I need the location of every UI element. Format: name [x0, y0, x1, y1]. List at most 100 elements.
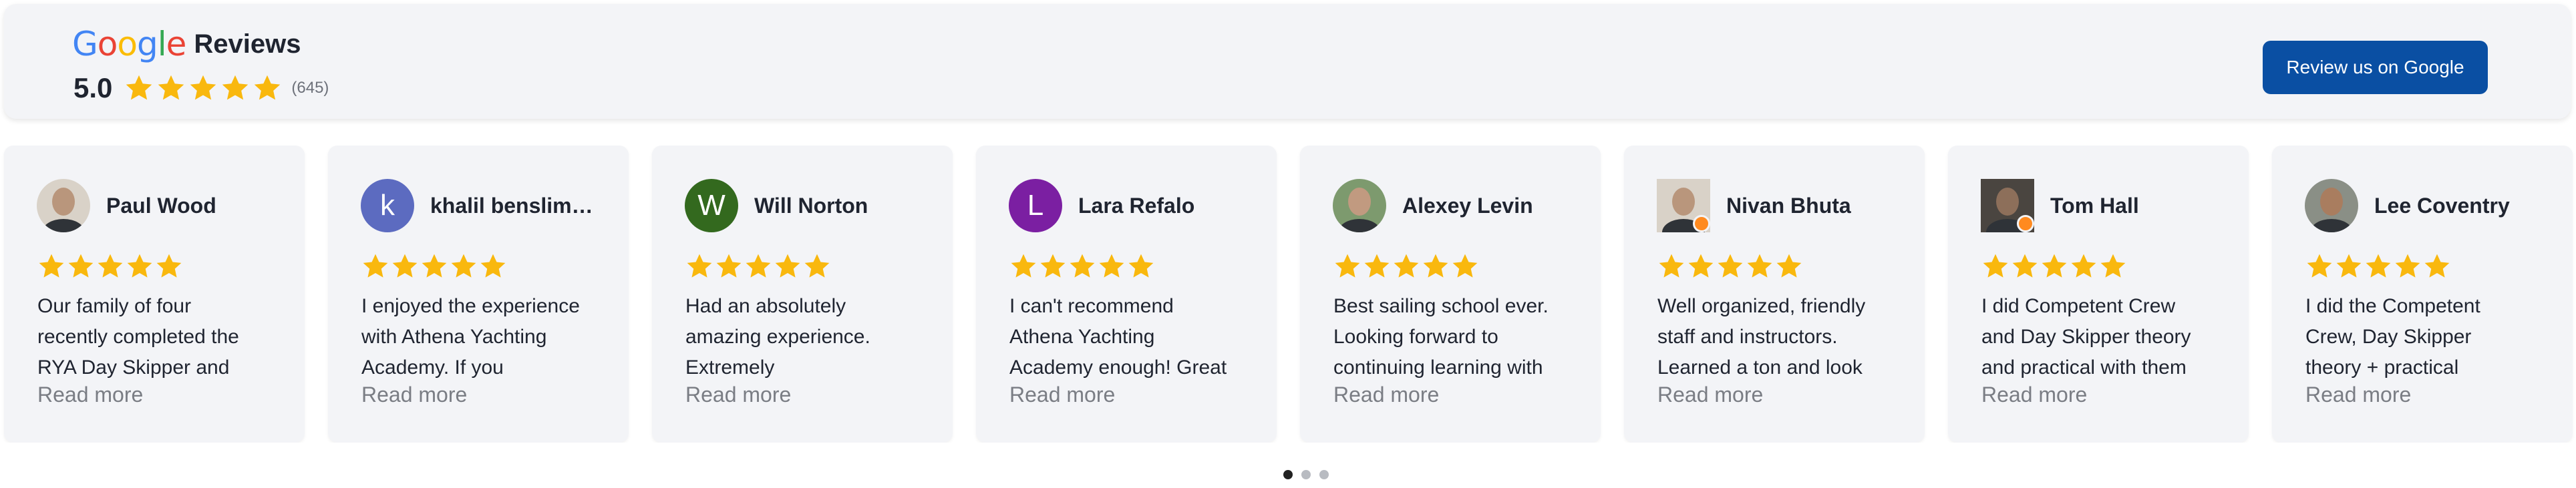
star-icon: [775, 254, 800, 278]
avatar: W: [685, 179, 738, 232]
review-text: Had an absolutely amazing experience. Ex…: [685, 295, 870, 379]
reviewer-name: khalil benslim…: [430, 193, 593, 218]
review-stars: [2305, 252, 2451, 280]
avatar: k: [361, 179, 414, 232]
read-more-link[interactable]: Read more: [361, 383, 467, 407]
pagination-dot[interactable]: [1283, 470, 1293, 479]
reviewer-name: Alexey Levin: [1402, 193, 1533, 218]
avatar: L: [1009, 179, 1062, 232]
google-logo-letter: o: [97, 25, 118, 63]
read-more-link[interactable]: Read more: [685, 383, 791, 407]
review-count: (645): [291, 79, 329, 97]
read-more-link[interactable]: Read more: [37, 383, 143, 407]
review-card: W Will Norton Had an absolutely amazing ex…: [652, 146, 953, 443]
star-icon: [39, 254, 64, 278]
star-icon: [2424, 254, 2450, 278]
avatar: [1981, 179, 2034, 232]
reviews-carousel[interactable]: Paul Wood Our family of four recently com…: [0, 146, 2576, 443]
star-icon: [1423, 254, 1448, 278]
local-guide-badge-icon: [2017, 215, 2034, 232]
reviews-title: Reviews: [194, 29, 301, 59]
star-icon: [190, 75, 216, 100]
review-stars: [37, 252, 183, 280]
avatar: [1333, 179, 1386, 232]
review-card: L Lara Refalo I can't recommend Athena Yac…: [976, 146, 1277, 443]
read-more-link[interactable]: Read more: [1009, 383, 1115, 407]
star-icon: [2336, 254, 2362, 278]
reviewer-name: Lara Refalo: [1078, 193, 1195, 218]
review-author: Nivan Bhuta: [1657, 179, 1851, 232]
google-logo: Google: [72, 27, 186, 61]
review-author: L Lara Refalo: [1009, 179, 1194, 232]
review-stars: [1009, 252, 1155, 280]
google-logo-letter: o: [117, 25, 138, 63]
star-icon: [222, 75, 249, 100]
star-icon: [1688, 254, 1714, 278]
user-photo-icon: [2305, 179, 2358, 232]
star-icon: [2307, 254, 2332, 278]
star-icon: [480, 254, 506, 278]
star-icon: [1983, 254, 2008, 278]
star-icon: [126, 75, 152, 100]
review-author: W Will Norton: [685, 179, 868, 232]
star-icon: [1776, 254, 1802, 278]
google-logo-letter: G: [72, 25, 98, 63]
review-text: I can't recommend Athena Yachting Academ…: [1009, 295, 1227, 379]
reviewer-name: Will Norton: [754, 193, 868, 218]
review-author: Lee Coventry: [2305, 179, 2510, 232]
review-card: Paul Wood Our family of four recently com…: [4, 146, 305, 443]
star-icon: [1011, 254, 1036, 278]
star-icon: [158, 75, 184, 100]
review-author: k khalil benslim…: [361, 179, 593, 232]
review-card: Lee Coventry I did the Competent Crew, Da…: [2272, 146, 2573, 443]
review-author: Paul Wood: [37, 179, 216, 232]
star-icon: [2100, 254, 2126, 278]
read-more-link[interactable]: Read more: [1333, 383, 1439, 407]
local-guide-badge-icon: [1693, 215, 1710, 232]
review-card: Nivan Bhuta Well organized, friendly staf…: [1624, 146, 1925, 443]
star-icon: [1099, 254, 1124, 278]
star-icon: [2012, 254, 2038, 278]
star-icon: [804, 254, 830, 278]
star-icon: [127, 254, 152, 278]
review-us-button[interactable]: Review us on Google: [2263, 41, 2488, 94]
review-text: Well organized, friendly staff and instr…: [1657, 295, 1866, 379]
star-icon: [1394, 254, 1419, 278]
review-card: Alexey Levin Best sailing school ever. Lo…: [1300, 146, 1601, 443]
star-icon: [1128, 254, 1154, 278]
pagination-dot[interactable]: [1301, 470, 1311, 479]
reviewer-name: Lee Coventry: [2374, 193, 2510, 218]
star-icon: [1335, 254, 1360, 278]
pagination-dot[interactable]: [1319, 470, 1329, 479]
review-author: Alexey Levin: [1333, 179, 1533, 232]
review-text: Our family of four recently completed th…: [37, 295, 239, 379]
star-icon: [392, 254, 418, 278]
google-logo-letter: g: [136, 25, 158, 63]
review-stars: [361, 252, 507, 280]
star-icon: [363, 254, 388, 278]
read-more-link[interactable]: Read more: [1657, 383, 1763, 407]
avatar: [37, 179, 90, 232]
star-icon: [255, 75, 281, 100]
star-icon: [1070, 254, 1095, 278]
star-icon: [1747, 254, 1772, 278]
rating-stars: [124, 73, 282, 103]
read-more-link[interactable]: Read more: [1981, 383, 2087, 407]
review-text: I enjoyed the experience with Athena Yac…: [361, 295, 580, 379]
review-stars: [1657, 252, 1803, 280]
reviewer-name: Nivan Bhuta: [1726, 193, 1851, 218]
review-stars: [1333, 252, 1479, 280]
read-more-link[interactable]: Read more: [2305, 383, 2411, 407]
star-icon: [2395, 254, 2420, 278]
brand: Google Reviews: [72, 24, 301, 64]
google-logo-letter: e: [166, 25, 187, 63]
review-card: Tom Hall I did Competent Crew and Day Ski…: [1948, 146, 2249, 443]
star-icon: [1364, 254, 1390, 278]
rating-summary: 5.0 (645): [73, 69, 329, 107]
star-icon: [2042, 254, 2067, 278]
review-stars: [685, 252, 831, 280]
star-icon: [716, 254, 742, 278]
star-icon: [1040, 254, 1066, 278]
star-icon: [451, 254, 476, 278]
rating-value: 5.0: [73, 72, 113, 103]
